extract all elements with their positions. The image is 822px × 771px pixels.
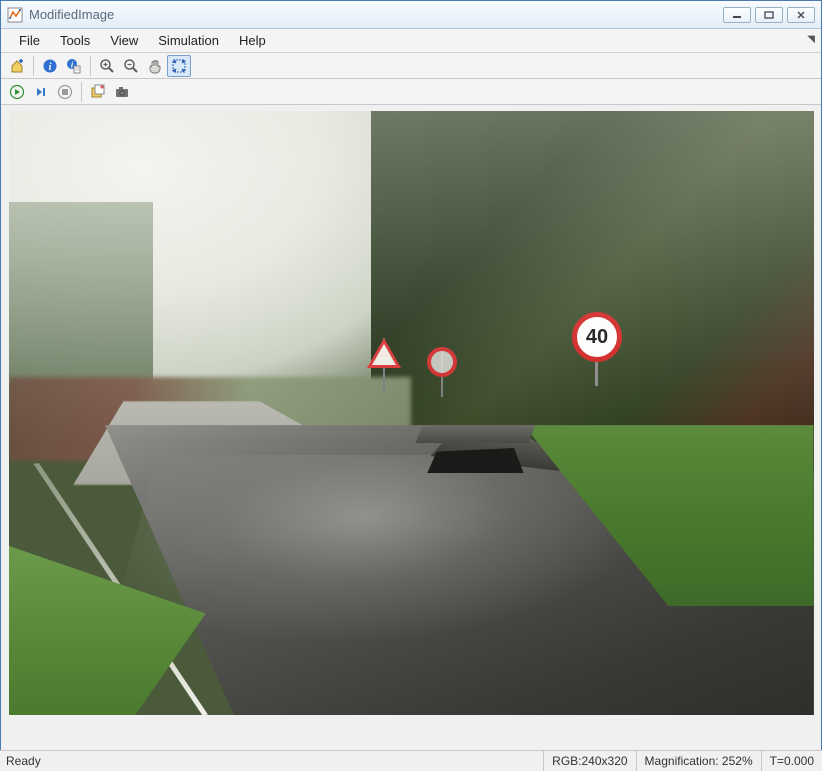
image-viewport: 40	[1, 105, 821, 749]
speed-limit-value: 40	[586, 326, 608, 349]
statusbar: Ready RGB:240x320 Magnification: 252% T=…	[0, 750, 822, 771]
toolbar-separator	[90, 56, 91, 76]
menu-dropdown-corner-icon[interactable]: ◥	[807, 34, 815, 45]
zoom-in-icon[interactable]	[95, 55, 119, 77]
menu-tools[interactable]: Tools	[50, 30, 100, 51]
titlebar: ModifiedImage	[1, 1, 821, 29]
toolbar-separator	[81, 82, 82, 102]
image-region-trees-right	[371, 111, 814, 473]
close-button[interactable]	[787, 7, 815, 23]
menu-view[interactable]: View	[100, 30, 148, 51]
menu-help[interactable]: Help	[229, 30, 276, 51]
info-icon[interactable]: i	[38, 55, 62, 77]
info-doc-icon[interactable]: i	[62, 55, 86, 77]
window-title: ModifiedImage	[29, 7, 723, 22]
stop-icon[interactable]	[53, 81, 77, 103]
image-region-speed-limit-sign: 40	[572, 316, 598, 386]
menubar: File Tools View Simulation Help ◥	[1, 29, 821, 53]
window-controls	[723, 7, 815, 23]
status-time: T=0.000	[761, 751, 822, 771]
menu-simulation[interactable]: Simulation	[148, 30, 229, 51]
displayed-image[interactable]: 40	[9, 111, 814, 715]
toolbar-separator	[33, 56, 34, 76]
minimize-button[interactable]	[723, 7, 751, 23]
toolbar-simulation	[1, 79, 821, 105]
image-region-prohibition-sign	[427, 347, 443, 397]
app-icon	[7, 7, 23, 23]
toolbar-primary: i i	[1, 53, 821, 79]
home-plus-icon[interactable]	[5, 55, 29, 77]
step-forward-icon[interactable]	[29, 81, 53, 103]
zoom-out-icon[interactable]	[119, 55, 143, 77]
menu-file[interactable]: File	[9, 30, 50, 51]
snapshot-icon[interactable]	[86, 81, 110, 103]
status-rgb: RGB:240x320	[543, 751, 635, 771]
pan-hand-icon[interactable]	[143, 55, 167, 77]
status-ready: Ready	[0, 754, 543, 768]
svg-text:i: i	[49, 62, 52, 73]
image-region-warning-sign	[367, 338, 385, 393]
play-icon[interactable]	[5, 81, 29, 103]
image-region-culvert-top	[416, 425, 535, 443]
status-magnification: Magnification: 252%	[636, 751, 761, 771]
camera-icon[interactable]	[110, 81, 134, 103]
maximize-button[interactable]	[755, 7, 783, 23]
fit-to-view-icon[interactable]	[167, 55, 191, 77]
